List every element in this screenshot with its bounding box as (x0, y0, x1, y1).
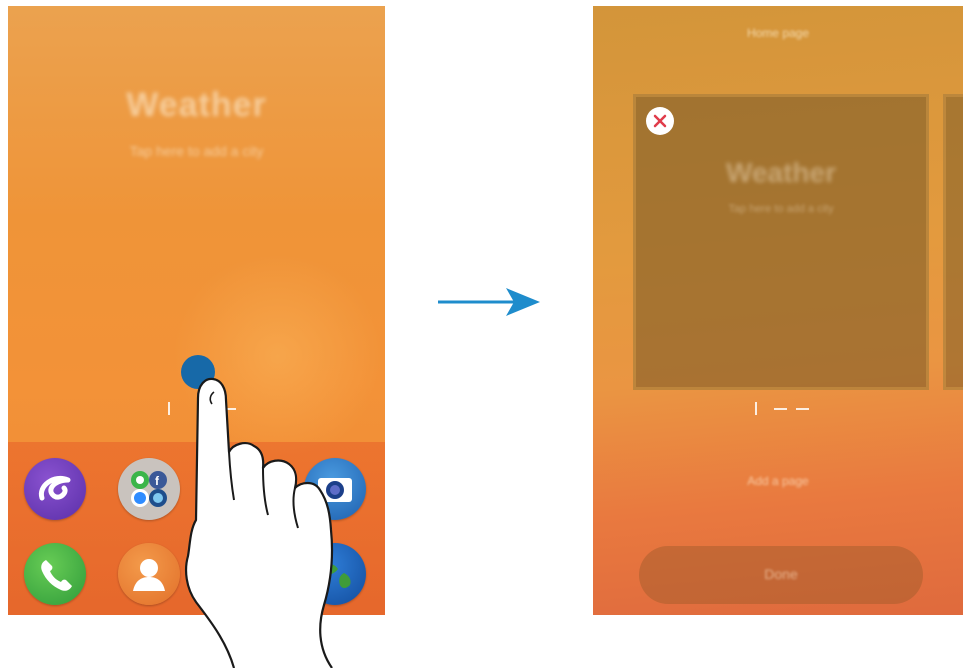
page-indicator (755, 402, 809, 415)
home-screen-edit-mode: Home page Weather Tap here to add a city… (593, 6, 963, 615)
contacts-icon[interactable] (118, 543, 180, 605)
internet-icon[interactable] (304, 543, 366, 605)
weather-widget-subtitle[interactable]: Tap here to add a city (8, 143, 385, 159)
app-folder-icon[interactable]: f (118, 458, 180, 520)
galaxy-apps-icon[interactable] (24, 458, 86, 520)
camera-icon[interactable] (304, 458, 366, 520)
page-indicator (168, 402, 236, 415)
card-weather-title: Weather (726, 157, 836, 188)
app-dock: f (8, 442, 385, 615)
done-button[interactable]: Done (639, 546, 923, 604)
background-glow (168, 256, 385, 456)
transition-arrow-icon (438, 288, 540, 316)
add-page-link[interactable]: Add a page (593, 474, 963, 488)
next-page-card[interactable] (943, 94, 963, 390)
phone-icon[interactable] (24, 543, 86, 605)
home-page-card[interactable]: Weather Tap here to add a city (633, 94, 929, 390)
weather-widget-title[interactable]: Weather (8, 86, 385, 125)
close-icon (653, 114, 667, 128)
done-button-label: Done (764, 566, 798, 582)
page-title: Home page (746, 26, 810, 40)
home-screen-left: Weather Tap here to add a city f (8, 6, 385, 615)
remove-page-button[interactable] (646, 107, 674, 135)
card-weather-subtitle: Tap here to add a city (728, 203, 834, 215)
